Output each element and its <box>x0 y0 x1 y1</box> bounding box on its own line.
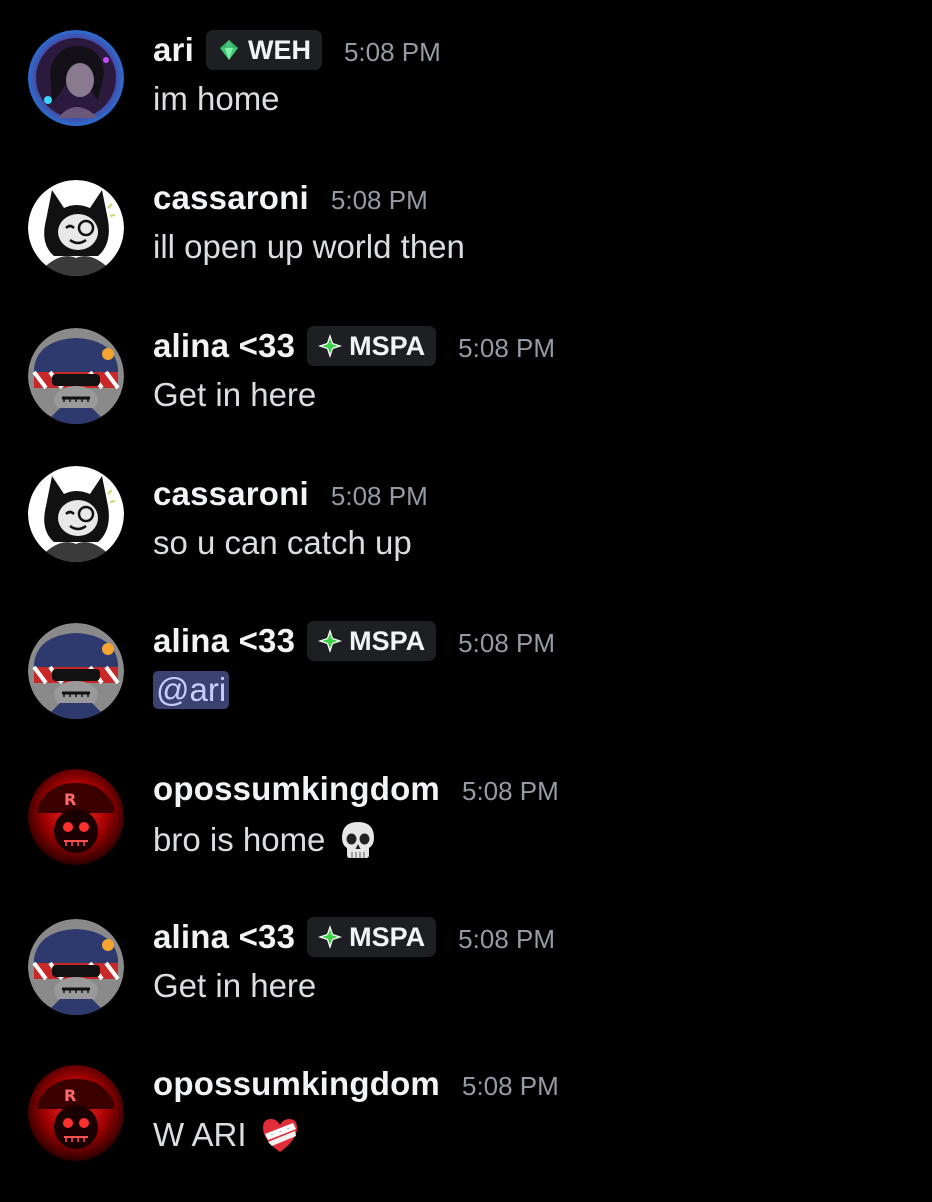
message-content: Get in here <box>153 376 316 414</box>
message-item[interactable]: ari WEH 5:08 PM im home <box>0 28 932 168</box>
avatar[interactable] <box>28 466 124 562</box>
server-tag-label: MSPA <box>349 330 426 361</box>
message-header: alina <33 MSPA 5:08 PM <box>153 324 555 368</box>
mending-heart-emoji-icon <box>259 1114 301 1156</box>
avatar[interactable] <box>28 328 124 424</box>
timestamp: 5:08 PM <box>458 923 555 954</box>
username[interactable]: opossumkingdom <box>153 1065 440 1103</box>
username[interactable]: cassaroni <box>153 179 309 217</box>
green-star-icon <box>317 924 343 950</box>
message-text: Get in here <box>153 967 317 1004</box>
server-tag[interactable]: MSPA <box>307 917 437 957</box>
avatar[interactable] <box>28 919 124 1015</box>
message-header: ari WEH 5:08 PM <box>153 28 441 72</box>
message-content: so u can catch up <box>153 524 412 562</box>
username[interactable]: opossumkingdom <box>153 770 440 808</box>
message-text: im home <box>153 80 280 117</box>
message-item[interactable]: R opossumkingdom 5:08 PM W ARI <box>0 1062 932 1202</box>
timestamp: 5:08 PM <box>343 36 441 67</box>
message-content: Get in here <box>153 967 316 1005</box>
message-content: @ari <box>153 671 230 709</box>
message-text: Get in here <box>153 376 317 413</box>
message-item[interactable]: alina <33 MSPA 5:08 PM Get in here <box>0 915 932 1055</box>
message-text: so u can catch up <box>153 524 412 561</box>
timestamp: 5:08 PM <box>330 184 428 215</box>
green-star-icon <box>317 333 343 359</box>
svg-text:R: R <box>64 790 76 809</box>
timestamp: 5:08 PM <box>330 480 428 511</box>
message-header: alina <33 MSPA 5:08 PM <box>153 619 555 663</box>
message-item[interactable]: alina <33 MSPA 5:08 PM @ari <box>0 619 932 759</box>
server-tag-label: MSPA <box>349 625 426 656</box>
username[interactable]: alina <33 <box>153 918 295 956</box>
green-star-icon <box>317 628 343 654</box>
username[interactable]: alina <33 <box>153 327 295 365</box>
avatar[interactable] <box>28 623 124 719</box>
timestamp: 5:08 PM <box>458 627 555 658</box>
server-tag-label: WEH <box>247 34 311 65</box>
avatar[interactable] <box>28 180 124 276</box>
username[interactable]: ari <box>153 31 194 69</box>
skull-emoji-icon <box>337 819 379 861</box>
message-header: cassaroni 5:08 PM <box>153 472 428 516</box>
message-content: W ARI <box>153 1114 301 1156</box>
green-gem-icon <box>216 37 242 63</box>
server-tag[interactable]: MSPA <box>307 326 437 366</box>
server-tag[interactable]: WEH <box>205 30 322 70</box>
timestamp: 5:08 PM <box>458 332 555 363</box>
message-content: bro is home <box>153 819 379 861</box>
message-header: alina <33 MSPA 5:08 PM <box>153 915 555 959</box>
avatar[interactable] <box>28 30 124 126</box>
svg-text:R: R <box>64 1086 76 1105</box>
username[interactable]: alina <33 <box>153 622 295 660</box>
message-item[interactable]: cassaroni 5:08 PM so u can catch up <box>0 466 932 612</box>
message-text: W ARI <box>153 1116 247 1153</box>
avatar[interactable]: R <box>28 1065 124 1161</box>
server-tag-label: MSPA <box>349 921 426 952</box>
server-tag[interactable]: MSPA <box>307 621 437 661</box>
timestamp: 5:08 PM <box>461 1070 559 1101</box>
timestamp: 5:08 PM <box>461 775 559 806</box>
message-content: ill open up world then <box>153 228 465 266</box>
message-header: opossumkingdom 5:08 PM <box>153 1062 559 1106</box>
message-item[interactable]: R opossumkingdom 5:08 PM bro is home <box>0 767 932 907</box>
user-mention[interactable]: @ari <box>153 671 230 709</box>
message-header: opossumkingdom 5:08 PM <box>153 767 559 811</box>
avatar[interactable]: R <box>28 769 124 865</box>
username[interactable]: cassaroni <box>153 475 309 513</box>
message-item[interactable]: alina <33 MSPA 5:08 PM Get in here <box>0 324 932 464</box>
message-text: bro is home <box>153 821 326 858</box>
message-content: im home <box>153 80 280 118</box>
message-header: cassaroni 5:08 PM <box>153 176 428 220</box>
message-item[interactable]: cassaroni 5:08 PM ill open up world then <box>0 176 932 316</box>
message-text: ill open up world then <box>153 228 465 265</box>
